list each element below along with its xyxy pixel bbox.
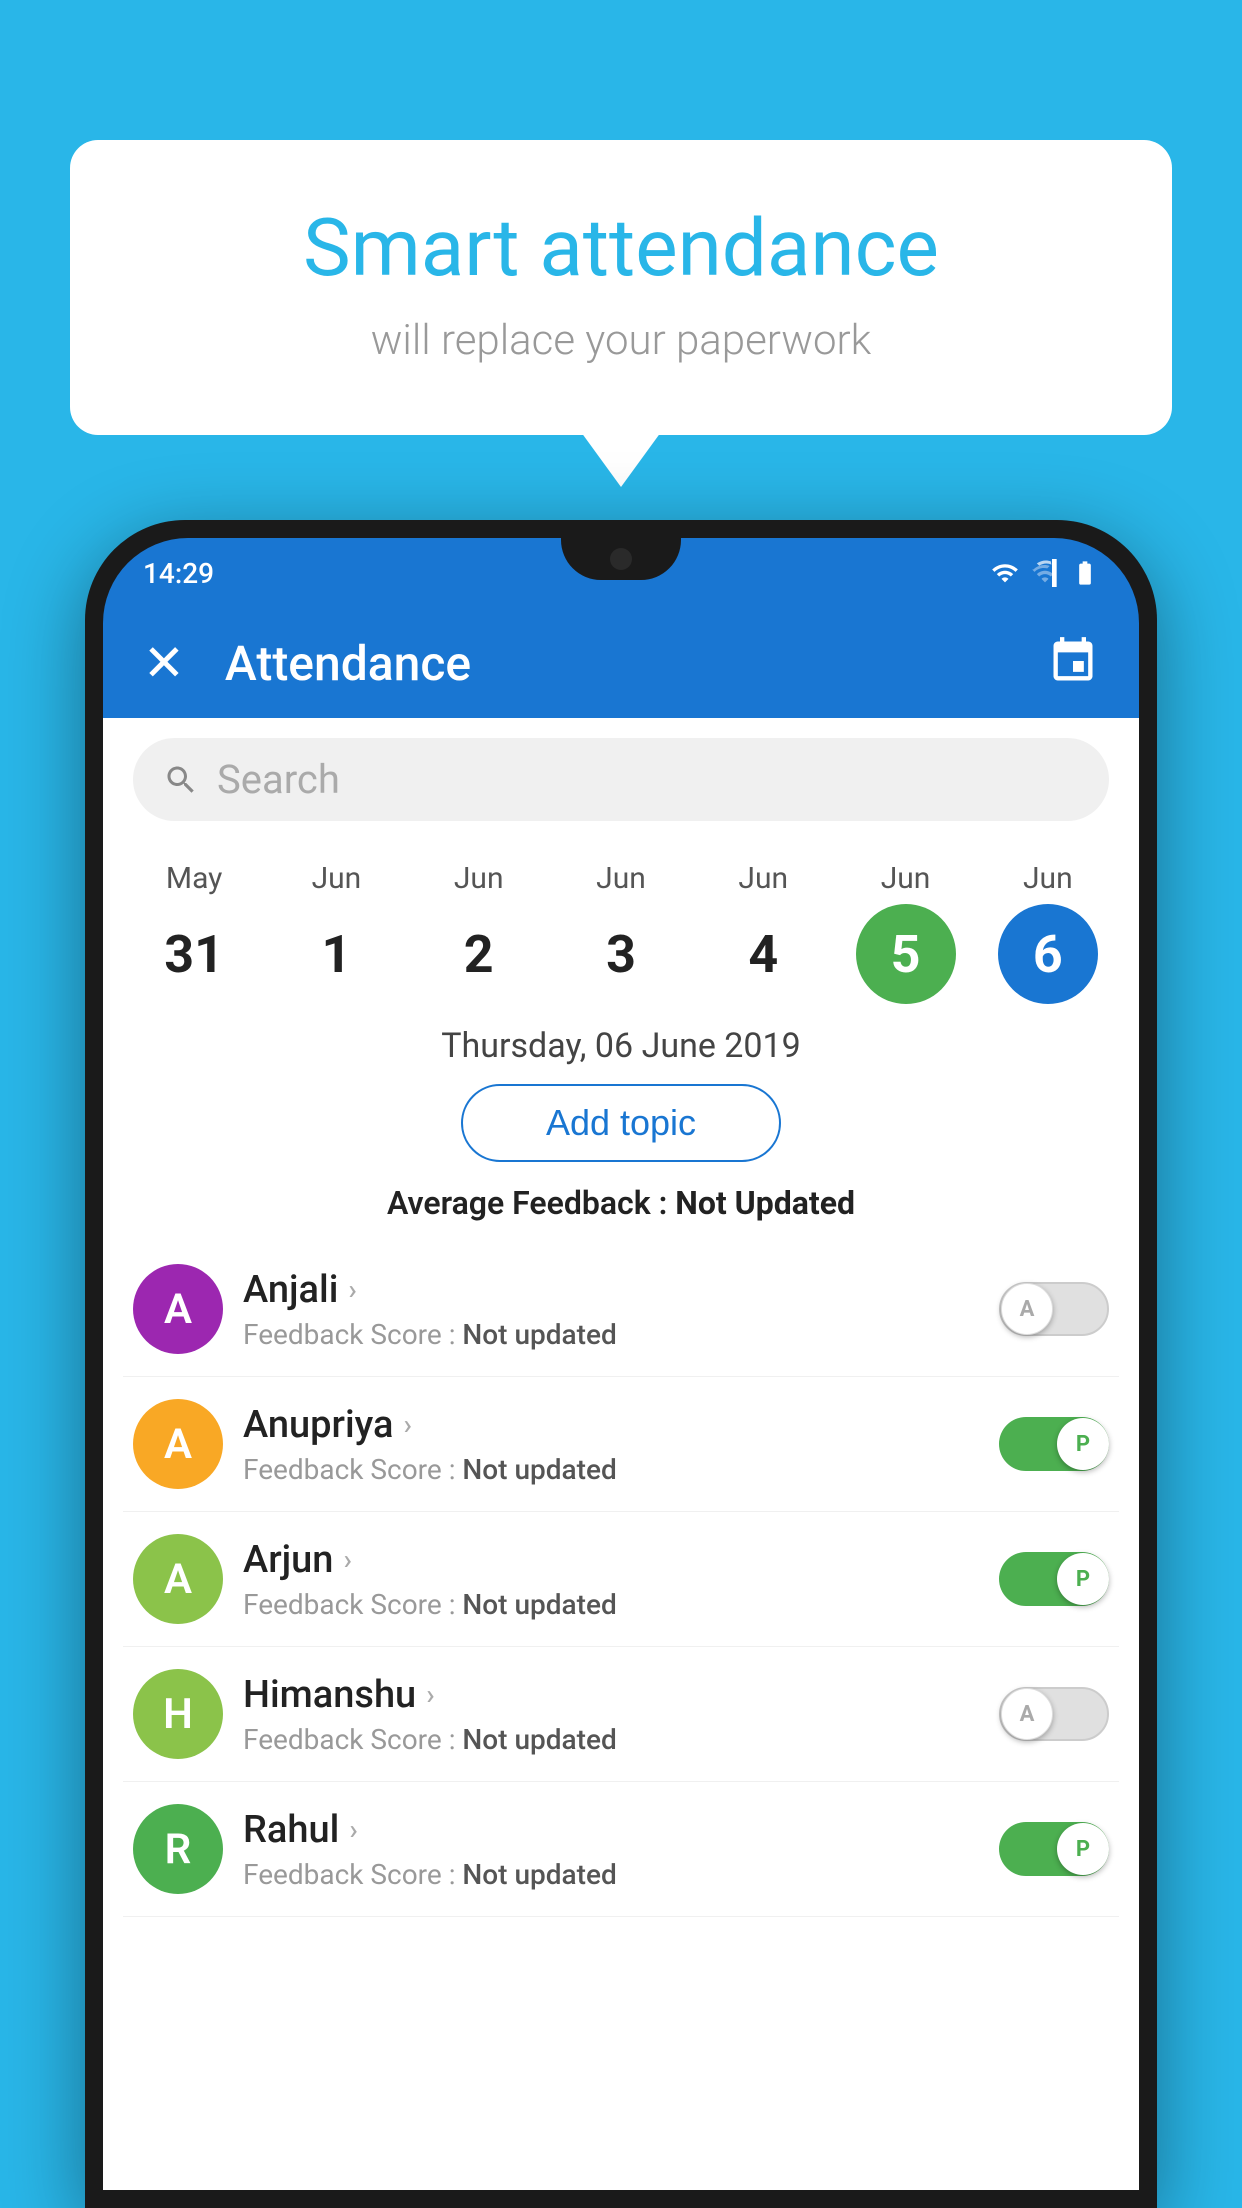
- add-topic-button[interactable]: Add topic: [461, 1084, 781, 1162]
- attendance-toggle[interactable]: P: [999, 1822, 1109, 1876]
- close-button[interactable]: ✕: [143, 634, 185, 693]
- cal-month-label: Jun: [454, 861, 504, 896]
- student-row[interactable]: A Arjun › Feedback Score : Not updated P: [123, 1512, 1119, 1647]
- bubble-title: Smart attendance: [150, 200, 1092, 296]
- toggle-knob: P: [1057, 1823, 1109, 1875]
- status-bar: 14:29: [103, 538, 1139, 608]
- cal-month-label: Jun: [738, 861, 788, 896]
- search-bar: Search: [103, 718, 1139, 841]
- student-info: Rahul › Feedback Score : Not updated: [243, 1808, 979, 1891]
- selected-date-title: Thursday, 06 June 2019: [103, 1004, 1139, 1084]
- search-icon: [163, 762, 199, 798]
- toggle-switch: P: [999, 1417, 1109, 1471]
- cal-date-num: 1: [286, 904, 386, 1004]
- calendar-icon-button[interactable]: [1047, 635, 1099, 691]
- toggle-knob: P: [1057, 1418, 1109, 1470]
- bubble-subtitle: will replace your paperwork: [150, 316, 1092, 365]
- student-name: Himanshu ›: [243, 1673, 979, 1717]
- student-name: Rahul ›: [243, 1808, 979, 1852]
- chevron-icon: ›: [349, 1813, 357, 1846]
- cal-date-num: 5: [856, 904, 956, 1004]
- attendance-toggle[interactable]: P: [999, 1417, 1109, 1471]
- student-name: Anupriya ›: [243, 1403, 979, 1447]
- signal-icon: [1031, 559, 1059, 587]
- student-row[interactable]: H Himanshu › Feedback Score : Not updated A: [123, 1647, 1119, 1782]
- wifi-icon: [991, 559, 1019, 587]
- student-name: Arjun ›: [243, 1538, 979, 1582]
- cal-month-label: May: [166, 861, 222, 896]
- speech-bubble-container: Smart attendance will replace your paper…: [70, 140, 1172, 435]
- cal-date-num: 6: [998, 904, 1098, 1004]
- avg-feedback-value: Not Updated: [675, 1184, 855, 1222]
- camera: [610, 548, 632, 570]
- status-icons: [991, 559, 1099, 587]
- chevron-icon: ›: [426, 1678, 434, 1711]
- toggle-switch: P: [999, 1822, 1109, 1876]
- calendar-day-3[interactable]: Jun 3: [566, 861, 676, 1004]
- avatar: A: [133, 1264, 223, 1354]
- toggle-knob: A: [1001, 1688, 1053, 1740]
- attendance-toggle[interactable]: P: [999, 1552, 1109, 1606]
- cal-month-label: Jun: [1023, 861, 1073, 896]
- attendance-toggle[interactable]: A: [999, 1282, 1109, 1336]
- cal-date-num: 31: [144, 904, 244, 1004]
- toggle-knob: A: [1001, 1283, 1053, 1335]
- status-time: 14:29: [143, 557, 214, 590]
- student-info: Arjun › Feedback Score : Not updated: [243, 1538, 979, 1621]
- search-input-wrap[interactable]: Search: [133, 738, 1109, 821]
- calendar-day-5[interactable]: Jun 5: [851, 861, 961, 1004]
- calendar-day-1[interactable]: Jun 1: [281, 861, 391, 1004]
- chevron-icon: ›: [348, 1273, 356, 1306]
- student-info: Himanshu › Feedback Score : Not updated: [243, 1673, 979, 1756]
- app-title: Attendance: [225, 635, 1047, 692]
- chevron-icon: ›: [343, 1543, 351, 1576]
- app-content: Search May 31 Jun 1 Jun 2 Jun 3 Jun 4 Jun 5 Jun 6 Thu…: [103, 718, 1139, 2190]
- toggle-switch: A: [999, 1282, 1109, 1336]
- cal-date-num: 2: [429, 904, 529, 1004]
- search-placeholder: Search: [217, 756, 340, 803]
- avg-feedback-label: Average Feedback :: [387, 1184, 675, 1222]
- app-bar: ✕ Attendance: [103, 608, 1139, 718]
- student-row[interactable]: R Rahul › Feedback Score : Not updated P: [123, 1782, 1119, 1917]
- speech-bubble: Smart attendance will replace your paper…: [70, 140, 1172, 435]
- cal-month-label: Jun: [881, 861, 931, 896]
- cal-month-label: Jun: [596, 861, 646, 896]
- student-row[interactable]: A Anjali › Feedback Score : Not updated A: [123, 1242, 1119, 1377]
- feedback-score: Feedback Score : Not updated: [243, 1723, 979, 1756]
- student-info: Anjali › Feedback Score : Not updated: [243, 1268, 979, 1351]
- feedback-score: Feedback Score : Not updated: [243, 1318, 979, 1351]
- attendance-toggle[interactable]: A: [999, 1687, 1109, 1741]
- avg-feedback: Average Feedback : Not Updated: [103, 1184, 1139, 1222]
- cal-month-label: Jun: [312, 861, 362, 896]
- student-list: AAnjali ›Feedback Score : Not updatedAAA…: [103, 1242, 1139, 1917]
- calendar-day-6[interactable]: Jun 6: [993, 861, 1103, 1004]
- feedback-score: Feedback Score : Not updated: [243, 1453, 979, 1486]
- calendar-strip: May 31 Jun 1 Jun 2 Jun 3 Jun 4 Jun 5 Jun 6: [103, 841, 1139, 1004]
- avatar: R: [133, 1804, 223, 1894]
- notch: [561, 538, 681, 580]
- feedback-score: Feedback Score : Not updated: [243, 1588, 979, 1621]
- student-name: Anjali ›: [243, 1268, 979, 1312]
- calendar-day-2[interactable]: Jun 2: [424, 861, 534, 1004]
- calendar-day-4[interactable]: Jun 4: [708, 861, 818, 1004]
- feedback-score: Feedback Score : Not updated: [243, 1858, 979, 1891]
- calendar-icon: [1047, 635, 1099, 687]
- toggle-switch: A: [999, 1687, 1109, 1741]
- student-info: Anupriya › Feedback Score : Not updated: [243, 1403, 979, 1486]
- avatar: A: [133, 1399, 223, 1489]
- battery-icon: [1071, 559, 1099, 587]
- toggle-knob: P: [1057, 1553, 1109, 1605]
- avatar: A: [133, 1534, 223, 1624]
- phone-frame: 14:29 ✕ Attendance: [85, 520, 1157, 2208]
- avatar: H: [133, 1669, 223, 1759]
- cal-date-num: 4: [713, 904, 813, 1004]
- cal-date-num: 3: [571, 904, 671, 1004]
- student-row[interactable]: A Anupriya › Feedback Score : Not updated P: [123, 1377, 1119, 1512]
- calendar-day-0[interactable]: May 31: [139, 861, 249, 1004]
- toggle-switch: P: [999, 1552, 1109, 1606]
- chevron-icon: ›: [403, 1408, 411, 1441]
- phone-inner: 14:29 ✕ Attendance: [103, 538, 1139, 2190]
